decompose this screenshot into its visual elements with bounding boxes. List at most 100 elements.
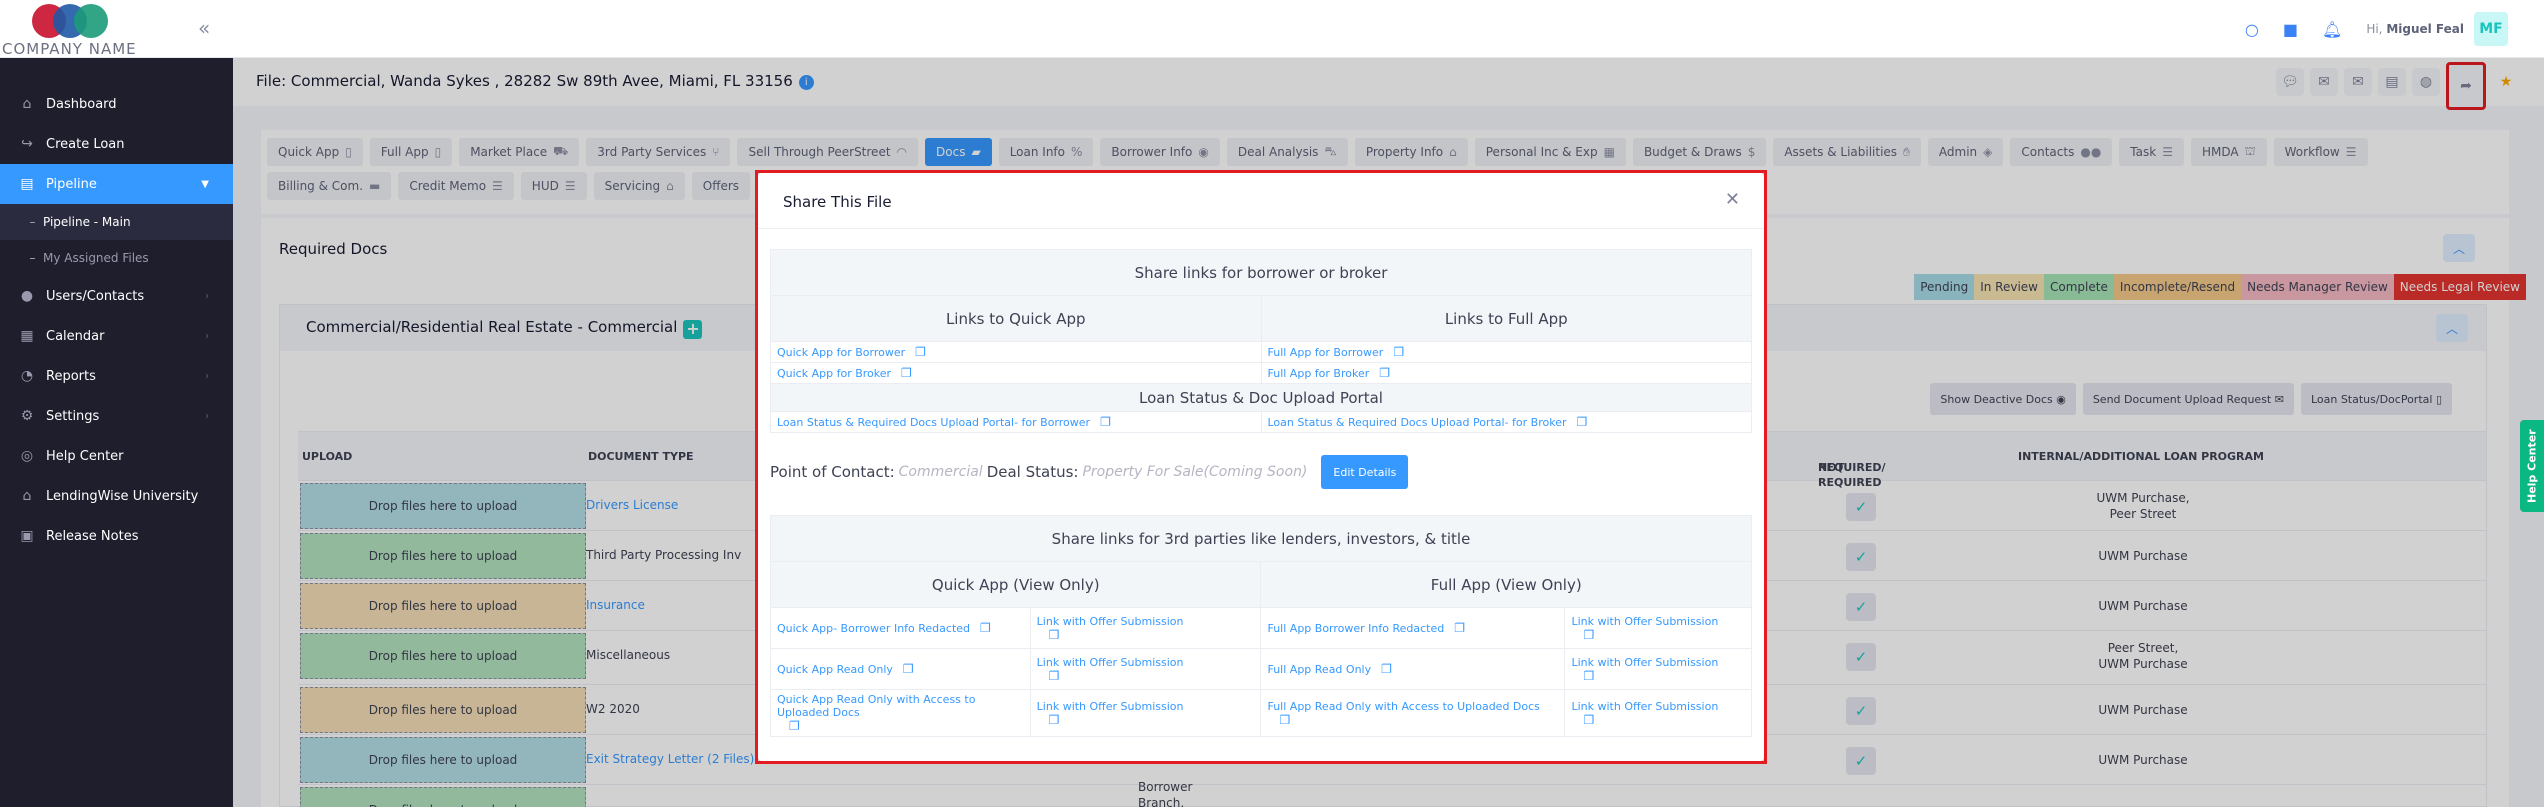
- quick-app-broker-link[interactable]: Quick App for Broker: [777, 367, 891, 380]
- full-app-borrower-link[interactable]: Full App for Borrower: [1268, 346, 1384, 359]
- full-app-broker-cell: Full App for Broker ❐: [1260, 362, 1752, 384]
- home-icon: ⌂: [22, 96, 32, 112]
- copy-icon[interactable]: ❐: [1279, 713, 1558, 727]
- users-icon: ●: [20, 288, 34, 304]
- pipeline-icon: ▤: [20, 176, 34, 192]
- full-redacted-link[interactable]: Full App Borrower Info Redacted: [1267, 622, 1444, 635]
- chevron-right-icon: ›: [205, 370, 209, 382]
- section1-title: Share links for borrower or broker: [770, 249, 1752, 296]
- borrower-broker-links-table: Share links for borrower or broker Links…: [770, 249, 1752, 433]
- full-app-heading: Links to Full App: [1260, 295, 1752, 342]
- full-app-broker-link[interactable]: Full App for Broker: [1268, 367, 1370, 380]
- offer-submission-link[interactable]: Link with Offer Submission: [1037, 615, 1184, 628]
- section2-title: Share links for 3rd parties like lenders…: [770, 515, 1752, 562]
- offer-cell: Link with Offer Submission ❐: [1029, 648, 1262, 690]
- offer-cell: Link with Offer Submission ❐: [1564, 648, 1752, 690]
- sidebar-item-lendingwise-university[interactable]: ⌂ LendingWise University: [0, 476, 233, 516]
- edit-details-button[interactable]: Edit Details: [1321, 455, 1409, 489]
- full-read-only-docs-link[interactable]: Full App Read Only with Access to Upload…: [1267, 700, 1539, 713]
- view-full-cell: Full App Read Only with Access to Upload…: [1260, 689, 1566, 737]
- offer-submission-link[interactable]: Link with Offer Submission: [1571, 656, 1718, 669]
- sidebar-subitem-pipeline-main[interactable]: Pipeline - Main: [0, 204, 233, 240]
- university-icon: ⌂: [22, 488, 32, 504]
- full-read-only-link[interactable]: Full App Read Only: [1267, 663, 1371, 676]
- portal-borrower-link[interactable]: Loan Status & Required Docs Upload Porta…: [777, 416, 1090, 429]
- create-loan-icon: ↪: [21, 136, 33, 152]
- top-icons: ○ ■ 🔔︎ Hi, Miguel Feal MF: [2245, 12, 2508, 46]
- sidebar-collapse-icon[interactable]: «: [198, 16, 210, 40]
- point-of-contact-row: Point of Contact: Commercial Deal Status…: [770, 455, 1409, 489]
- chevron-down-icon: ▼: [201, 178, 209, 190]
- sidebar-item-calendar[interactable]: ▦ Calendar ›: [0, 316, 233, 356]
- sidebar: ⌂ Dashboard ↪ Create Loan ▤ Pipeline ▼ Pipel…: [0, 58, 233, 807]
- offer-submission-link[interactable]: Link with Offer Submission: [1037, 700, 1184, 713]
- quick-view-heading: Quick App (View Only): [769, 561, 1262, 608]
- notes-icon[interactable]: ■: [2283, 20, 2298, 39]
- sidebar-item-dashboard[interactable]: ⌂ Dashboard: [0, 84, 233, 124]
- copy-icon[interactable]: ❐: [1049, 713, 1255, 727]
- portal-borrower-cell: Loan Status & Required Docs Upload Porta…: [770, 411, 1262, 433]
- offer-submission-link[interactable]: Link with Offer Submission: [1037, 656, 1184, 669]
- sidebar-item-reports[interactable]: ◔ Reports ›: [0, 356, 233, 396]
- view-quick-cell: Quick App Read Only with Access to Uploa…: [770, 689, 1031, 737]
- chevron-right-icon: ›: [205, 290, 209, 302]
- user-greeting: Hi, Miguel Feal: [2366, 22, 2464, 36]
- third-party-links-table: Share links for 3rd parties like lenders…: [769, 515, 1752, 737]
- bell-icon[interactable]: 🔔︎: [2322, 20, 2342, 39]
- chevron-right-icon: ›: [205, 410, 209, 422]
- copy-icon[interactable]: ❐: [789, 719, 1024, 733]
- gear-icon: ⚙: [20, 408, 34, 424]
- quick-app-heading: Links to Quick App: [770, 295, 1262, 342]
- close-icon[interactable]: ✕: [1725, 189, 1740, 210]
- help-icon: ◎: [20, 448, 34, 464]
- sidebar-item-help-center[interactable]: ◎ Help Center: [0, 436, 233, 476]
- copy-icon[interactable]: ❐: [903, 662, 914, 676]
- copy-icon[interactable]: ❐: [901, 366, 912, 380]
- copy-icon[interactable]: ❐: [1454, 621, 1465, 635]
- share-file-modal: Share This File ✕ Share links for borrow…: [758, 173, 1764, 761]
- sidebar-item-pipeline[interactable]: ▤ Pipeline ▼: [0, 164, 233, 204]
- view-quick-cell: Quick App Read Only ❐: [770, 648, 1031, 690]
- copy-icon[interactable]: ❐: [980, 621, 991, 635]
- copy-icon[interactable]: ❐: [1576, 415, 1587, 429]
- offer-cell: Link with Offer Submission ❐: [1029, 607, 1262, 649]
- search-icon[interactable]: ○: [2245, 20, 2259, 39]
- sidebar-item-users-contacts[interactable]: ● Users/Contacts ›: [0, 276, 233, 316]
- modal-title: Share This File: [783, 193, 892, 211]
- copy-icon[interactable]: ❐: [1100, 415, 1111, 429]
- copy-icon[interactable]: ❐: [915, 345, 926, 359]
- offer-submission-link[interactable]: Link with Offer Submission: [1571, 700, 1718, 713]
- poc-label: Point of Contact:: [770, 463, 895, 481]
- quick-app-borrower-link[interactable]: Quick App for Borrower: [777, 346, 905, 359]
- sidebar-item-settings[interactable]: ⚙ Settings ›: [0, 396, 233, 436]
- view-full-cell: Full App Read Only ❐: [1260, 648, 1566, 690]
- calendar-icon: ▦: [20, 328, 34, 344]
- offer-cell: Link with Offer Submission ❐: [1029, 689, 1262, 737]
- copy-icon[interactable]: ❐: [1583, 628, 1745, 642]
- portal-broker-cell: Loan Status & Required Docs Upload Porta…: [1260, 411, 1752, 433]
- poc-value: Commercial: [898, 464, 983, 480]
- copy-icon[interactable]: ❐: [1583, 713, 1745, 727]
- copy-icon[interactable]: ❐: [1381, 662, 1392, 676]
- offer-submission-link[interactable]: Link with Offer Submission: [1571, 615, 1718, 628]
- quick-redacted-link[interactable]: Quick App- Borrower Info Redacted: [777, 622, 970, 635]
- quick-app-borrower-cell: Quick App for Borrower ❐: [770, 341, 1262, 363]
- sidebar-subitem-my-assigned-files[interactable]: My Assigned Files: [0, 240, 233, 276]
- top-bar: COMPANY NAME « ○ ■ 🔔︎ Hi, Miguel Feal MF: [0, 0, 2544, 58]
- avatar[interactable]: MF: [2474, 12, 2508, 46]
- quick-app-broker-cell: Quick App for Broker ❐: [770, 362, 1262, 384]
- copy-icon[interactable]: ❐: [1379, 366, 1390, 380]
- quick-read-only-docs-link[interactable]: Quick App Read Only with Access to Uploa…: [777, 693, 975, 719]
- quick-read-only-link[interactable]: Quick App Read Only: [777, 663, 893, 676]
- deal-status-label: Deal Status:: [986, 463, 1079, 481]
- sidebar-item-create-loan[interactable]: ↪ Create Loan: [0, 124, 233, 164]
- sidebar-item-release-notes[interactable]: ▣ Release Notes: [0, 516, 233, 556]
- copy-icon[interactable]: ❐: [1393, 345, 1404, 359]
- portal-broker-link[interactable]: Loan Status & Required Docs Upload Porta…: [1268, 416, 1567, 429]
- copy-icon[interactable]: ❐: [1583, 669, 1745, 683]
- copy-icon[interactable]: ❐: [1049, 628, 1255, 642]
- copy-icon[interactable]: ❐: [1049, 669, 1255, 683]
- full-view-heading: Full App (View Only): [1260, 561, 1752, 608]
- portal-heading: Loan Status & Doc Upload Portal: [770, 383, 1752, 412]
- help-center-tab[interactable]: Help Center: [2520, 420, 2544, 512]
